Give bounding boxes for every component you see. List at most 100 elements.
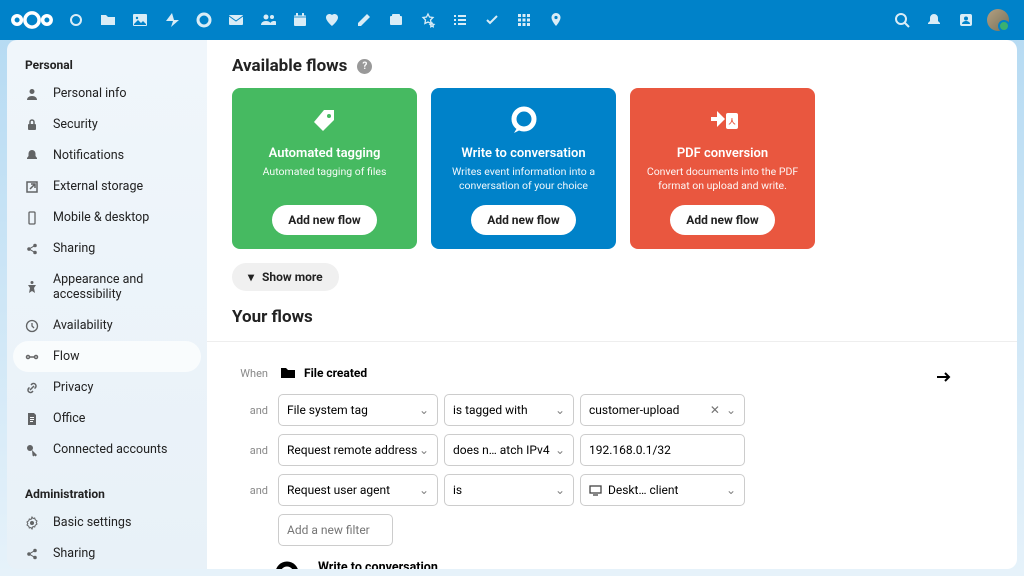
when-label: When xyxy=(232,367,272,380)
health-icon[interactable] xyxy=(316,4,348,36)
condition-field-select[interactable]: Request remote address⌄ xyxy=(278,434,438,466)
collapse-flow-arrow[interactable] xyxy=(934,360,992,386)
sidebar-item-external-storage[interactable]: External storage xyxy=(7,171,207,202)
add-filter-input[interactable] xyxy=(278,514,393,546)
user-avatar[interactable] xyxy=(982,4,1014,36)
card-title: Write to conversation xyxy=(461,146,585,161)
sidebar-item-label: Notifications xyxy=(53,148,124,163)
contacts-menu-icon[interactable] xyxy=(950,4,982,36)
sidebar-item-label: Appearance and accessibility xyxy=(53,272,189,302)
talk-icon[interactable] xyxy=(188,4,220,36)
chevron-down-icon: ▾ xyxy=(248,270,254,284)
gear-icon xyxy=(25,516,39,530)
bell-icon xyxy=(25,149,39,163)
calendar-icon[interactable] xyxy=(284,4,316,36)
add-flow-button[interactable]: Add new flow xyxy=(670,205,775,235)
card-desc: Convert documents into the PDF format on… xyxy=(640,165,805,193)
condition-op-select[interactable]: is tagged with⌄ xyxy=(444,394,574,426)
flow-action-summary: Write to conversation Writes event infor… xyxy=(232,560,992,569)
clear-icon[interactable]: ✕ xyxy=(710,403,720,417)
pdf-icon: 人 xyxy=(706,102,740,140)
app-logo[interactable] xyxy=(10,9,60,31)
flow-action-title: Write to conversation xyxy=(318,560,528,569)
files-icon[interactable] xyxy=(92,4,124,36)
user-icon xyxy=(25,87,39,101)
sidebar-item-personal-info[interactable]: Personal info xyxy=(7,78,207,109)
card-title: Automated tagging xyxy=(269,146,381,161)
link-icon xyxy=(25,381,39,395)
sidebar-item-admin-sharing[interactable]: Sharing xyxy=(7,538,207,569)
deck-icon[interactable] xyxy=(380,4,412,36)
sidebar-item-appearance[interactable]: Appearance and accessibility xyxy=(7,264,207,310)
phone-icon xyxy=(25,211,39,225)
sidebar-item-privacy[interactable]: Privacy xyxy=(7,372,207,403)
and-label: and xyxy=(232,404,272,417)
condition-field-select[interactable]: Request user agent⌄ xyxy=(278,474,438,506)
sidebar-item-label: Flow xyxy=(53,349,79,364)
help-icon[interactable]: ? xyxy=(357,59,372,74)
photos-icon[interactable] xyxy=(124,4,156,36)
sidebar-item-office[interactable]: Office xyxy=(7,403,207,434)
show-more-button[interactable]: ▾ Show more xyxy=(232,263,339,291)
dashboard-icon[interactable] xyxy=(60,4,92,36)
tag-icon xyxy=(310,102,340,140)
sidebar-item-flow[interactable]: Flow xyxy=(13,341,201,372)
sidebar-item-label: Availability xyxy=(53,318,113,333)
talk-icon xyxy=(272,560,306,569)
search-icon[interactable] xyxy=(886,4,918,36)
svg-text:人: 人 xyxy=(728,117,736,126)
key-icon xyxy=(25,443,39,457)
settings-sidebar: Personal Personal info Security Notifica… xyxy=(7,40,207,569)
sidebar-item-availability[interactable]: Availability xyxy=(7,310,207,341)
condition-field-select[interactable]: File system tag⌄ xyxy=(278,394,438,426)
sidebar-heading-admin: Administration xyxy=(7,479,207,507)
your-flows-heading: Your flows xyxy=(232,307,992,327)
chevron-down-icon: ⌄ xyxy=(555,443,565,457)
share-icon xyxy=(25,242,39,256)
folder-icon xyxy=(280,366,296,380)
sidebar-item-label: Mobile & desktop xyxy=(53,210,149,225)
notes-icon[interactable] xyxy=(348,4,380,36)
recommendations-icon[interactable] xyxy=(412,4,444,36)
sidebar-item-notifications[interactable]: Notifications xyxy=(7,140,207,171)
condition-op-select[interactable]: does n… atch IPv4⌄ xyxy=(444,434,574,466)
mail-icon[interactable] xyxy=(220,4,252,36)
sidebar-item-security[interactable]: Security xyxy=(7,109,207,140)
sidebar-item-sharing[interactable]: Sharing xyxy=(7,233,207,264)
add-flow-button[interactable]: Add new flow xyxy=(272,205,377,235)
and-label: and xyxy=(232,444,272,457)
sidebar-item-mobile[interactable]: Mobile & desktop xyxy=(7,202,207,233)
condition-value-select[interactable]: Deskt… client⌄ xyxy=(580,474,745,506)
sidebar-item-basic-settings[interactable]: Basic settings xyxy=(7,507,207,538)
grid-icon[interactable] xyxy=(508,4,540,36)
flow-card-tagging: Automated tagging Automated tagging of f… xyxy=(232,88,417,249)
tasks-icon[interactable] xyxy=(444,4,476,36)
trigger-row: File created xyxy=(278,360,745,386)
main-content: Available flows ? Automated tagging Auto… xyxy=(207,40,1017,569)
top-nav xyxy=(60,4,572,36)
sidebar-item-connected-accounts[interactable]: Connected accounts xyxy=(7,434,207,465)
sidebar-item-label: Office xyxy=(53,411,85,426)
accessibility-icon xyxy=(25,280,39,294)
condition-op-select[interactable]: is⌄ xyxy=(444,474,574,506)
sidebar-item-label: Basic settings xyxy=(53,515,131,530)
condition-value-input[interactable] xyxy=(580,434,745,466)
available-flows-heading: Available flows ? xyxy=(232,56,992,76)
chevron-down-icon: ⌄ xyxy=(726,403,736,417)
maps-icon[interactable] xyxy=(540,4,572,36)
notifications-icon[interactable] xyxy=(918,4,950,36)
sidebar-item-label: Personal info xyxy=(53,86,127,101)
chevron-down-icon: ⌄ xyxy=(555,403,565,417)
condition-value-tag[interactable]: customer-upload✕⌄ xyxy=(580,394,745,426)
clock-icon xyxy=(25,319,39,333)
flow-card-pdf: 人 PDF conversion Convert documents into … xyxy=(630,88,815,249)
sidebar-item-label: Sharing xyxy=(53,241,95,256)
add-flow-button[interactable]: Add new flow xyxy=(471,205,576,235)
share-icon xyxy=(25,547,39,561)
activity-icon[interactable] xyxy=(156,4,188,36)
chevron-down-icon: ⌄ xyxy=(555,483,565,497)
checks-icon[interactable] xyxy=(476,4,508,36)
card-title: PDF conversion xyxy=(677,146,768,161)
sidebar-item-label: Security xyxy=(53,117,98,132)
contacts-icon[interactable] xyxy=(252,4,284,36)
